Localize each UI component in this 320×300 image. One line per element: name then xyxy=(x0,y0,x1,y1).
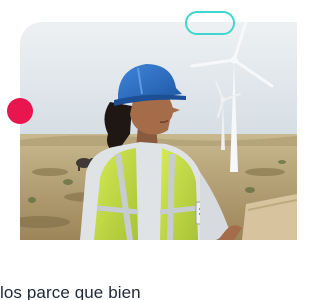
hero-photo xyxy=(20,22,297,240)
caption-text: los parce que bien xyxy=(0,283,141,300)
hero-section: los parce que bien xyxy=(0,0,297,300)
accent-pill-outline xyxy=(185,11,235,35)
accent-dot xyxy=(7,98,33,124)
